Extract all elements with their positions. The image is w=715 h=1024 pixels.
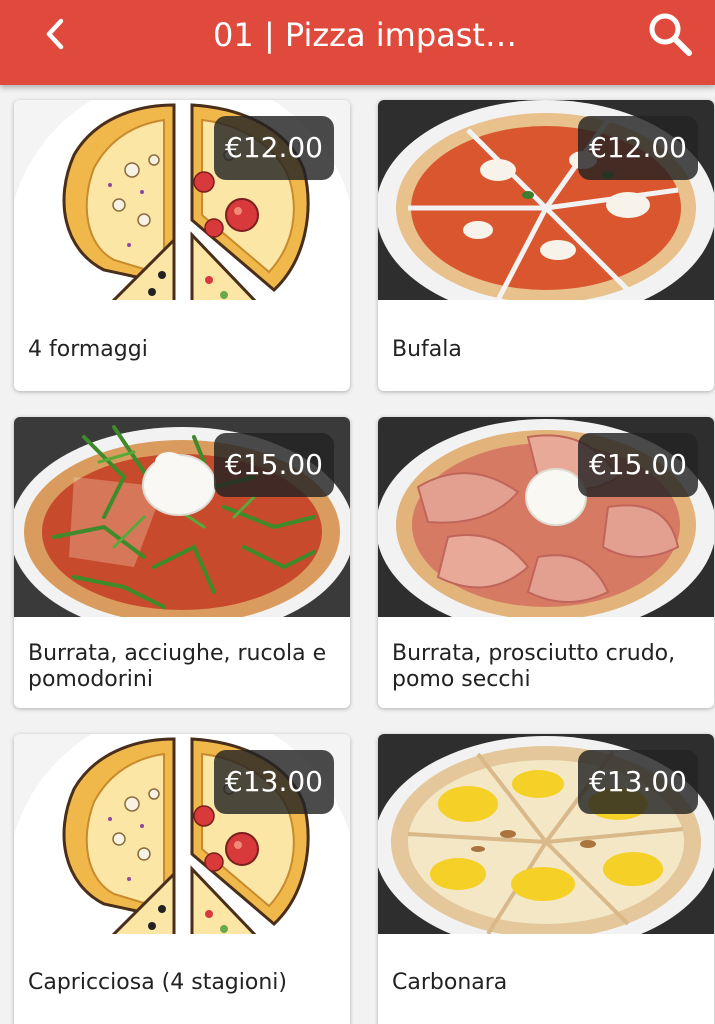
product-name: 4 formaggi	[28, 337, 148, 362]
product-card[interactable]: €12.00 4 formaggi	[14, 100, 350, 391]
product-card[interactable]: €15.00 Burrata, acciughe, rucola e pomod…	[14, 417, 350, 708]
search-button[interactable]	[640, 8, 700, 60]
page-title: 01 | Pizza impast…	[213, 16, 517, 54]
product-card[interactable]: €12.00 Bufala	[378, 100, 714, 391]
product-name: Bufala	[392, 337, 462, 362]
price-badge: €15.00	[214, 433, 334, 497]
price-badge: €12.00	[578, 116, 698, 180]
chevron-left-icon	[46, 18, 64, 50]
price-badge: €13.00	[214, 750, 334, 814]
price-badge: €13.00	[578, 750, 698, 814]
product-card[interactable]: €15.00 Burrata, prosciutto crudo, pomo s…	[378, 417, 714, 708]
product-card[interactable]: €13.00 Capricciosa (4 stagioni)	[14, 734, 350, 1024]
price-badge: €15.00	[578, 433, 698, 497]
product-name: Burrata, acciughe, rucola e pomodorini	[28, 641, 327, 692]
product-name: Burrata, prosciutto crudo, pomo secchi	[392, 641, 676, 692]
price-badge: €12.00	[214, 116, 334, 180]
product-name: Capricciosa (4 stagioni)	[28, 970, 287, 995]
back-button[interactable]	[30, 12, 80, 56]
product-card[interactable]: €13.00 Carbonara	[378, 734, 714, 1024]
search-icon	[649, 13, 692, 56]
app-bar: 01 | Pizza impast…	[0, 0, 715, 85]
product-name: Carbonara	[392, 970, 508, 995]
